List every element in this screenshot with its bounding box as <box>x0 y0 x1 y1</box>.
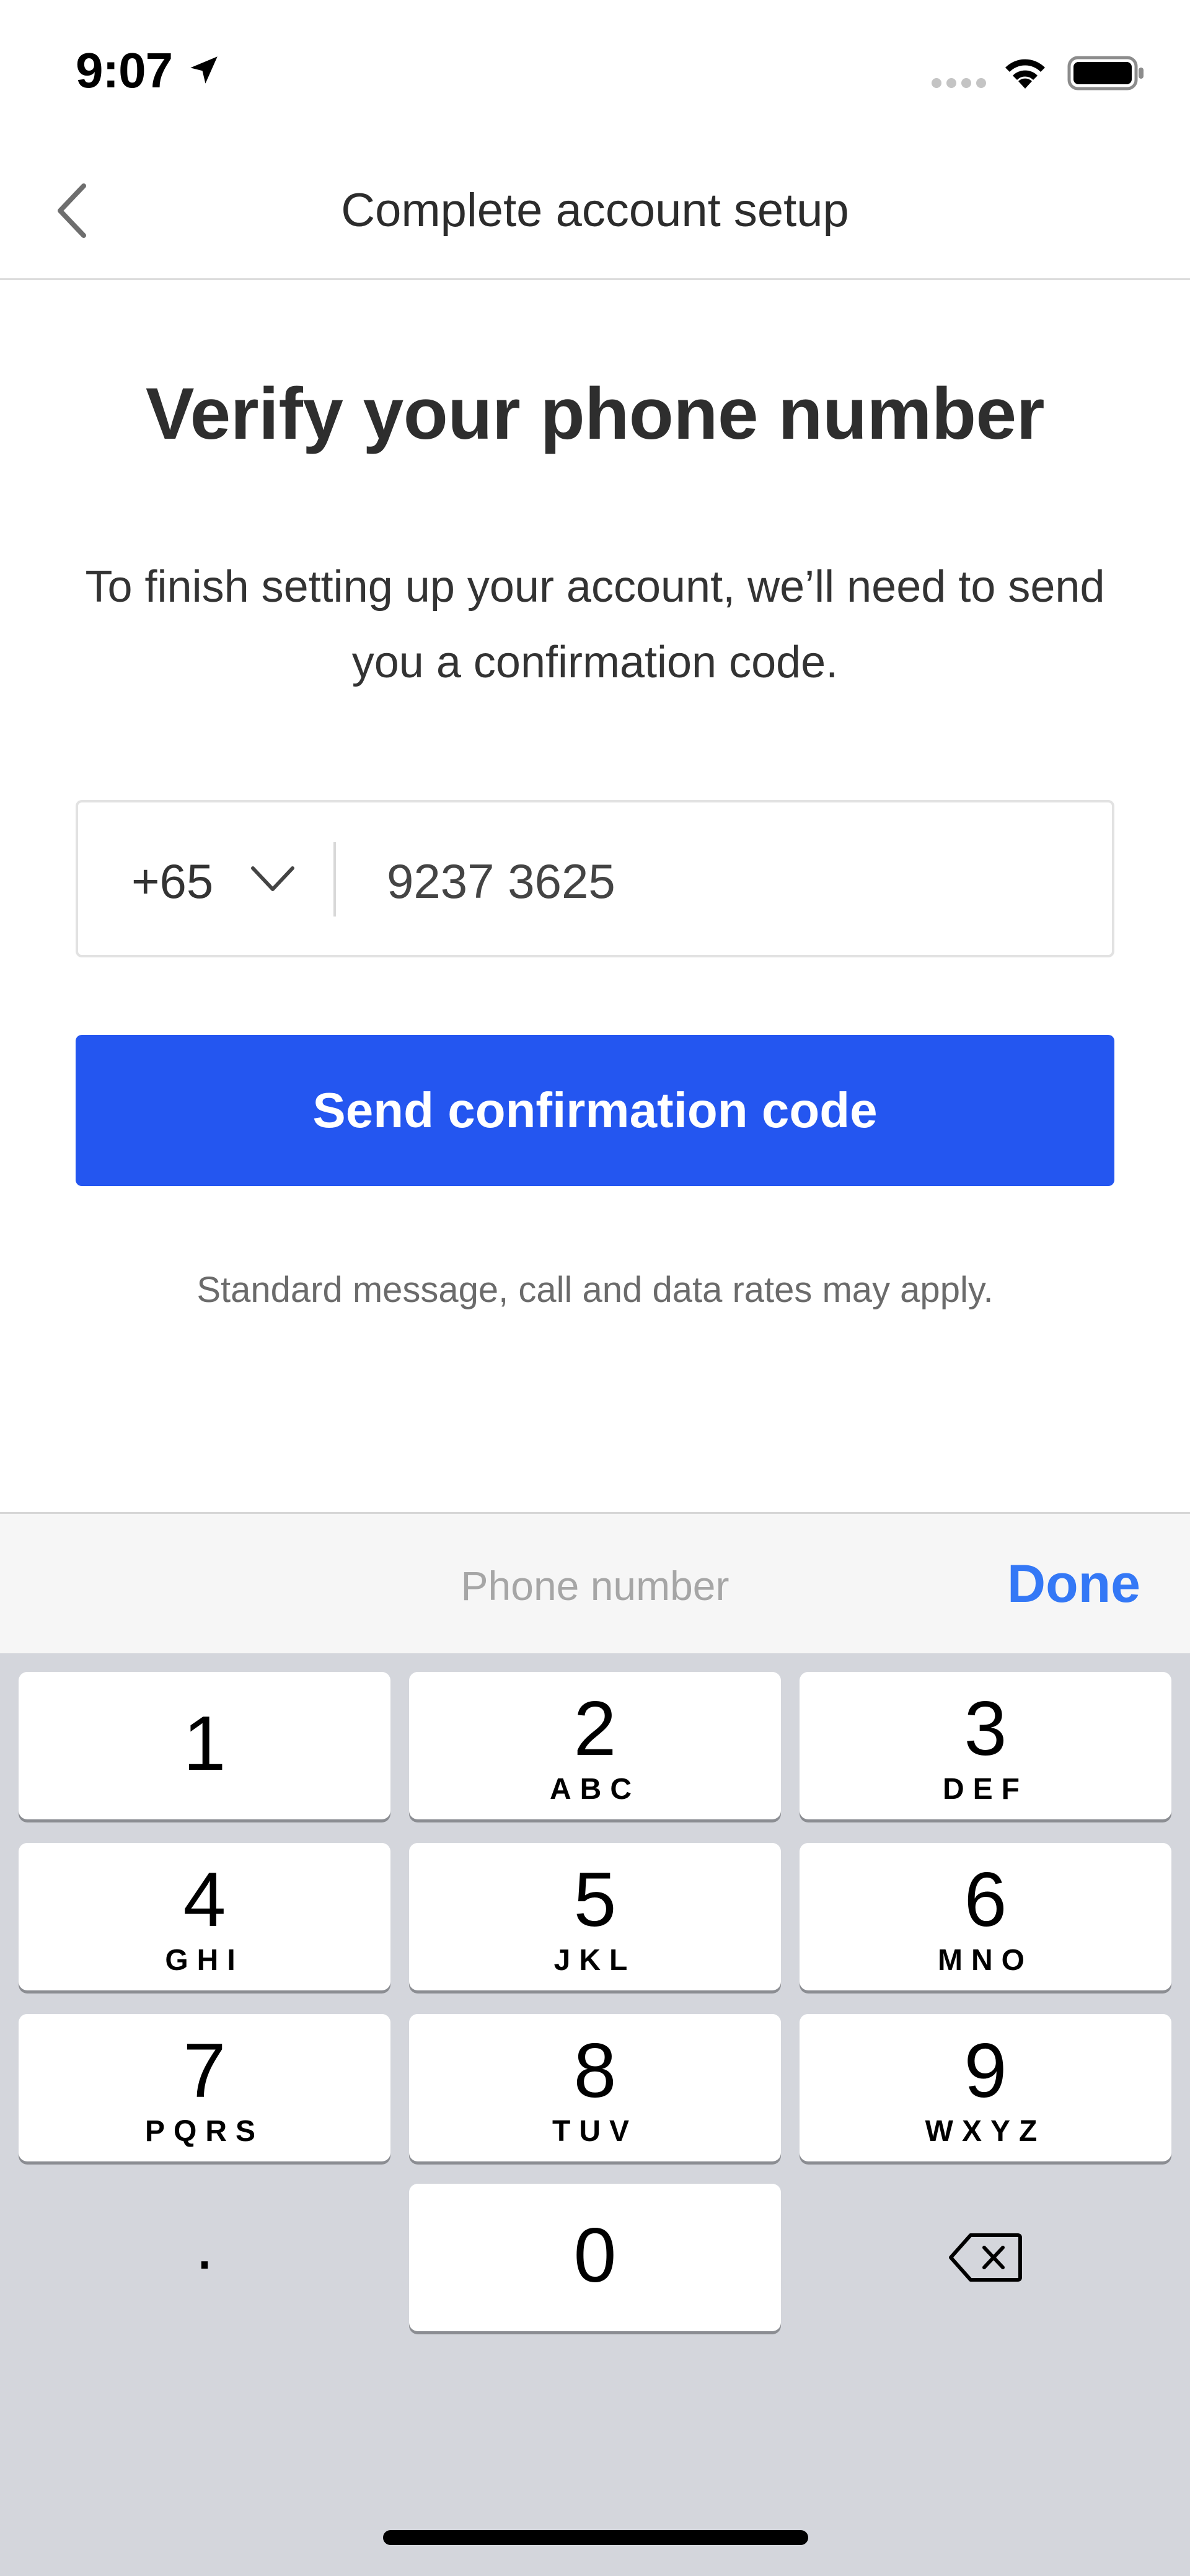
status-time: 9:07 <box>76 43 173 98</box>
key-4[interactable]: 4 GHI <box>19 1843 390 1990</box>
nav-bar: Complete account setup <box>0 143 1190 280</box>
key-letters: GHI <box>165 1944 244 1977</box>
key-letters: DEF <box>943 1773 1028 1806</box>
phone-input-group: +65 9237 3625 <box>76 800 1114 957</box>
description: To finish setting up your account, we’ll… <box>85 562 1105 687</box>
delete-key[interactable] <box>800 2184 1171 2331</box>
key-6[interactable]: 6 MNO <box>800 1843 1171 1990</box>
key-7[interactable]: 7 PQRS <box>19 2014 390 2161</box>
battery-icon <box>1067 56 1144 90</box>
chevron-down-icon <box>251 866 294 891</box>
key-3[interactable]: 3 DEF <box>800 1672 1171 1819</box>
heading: Verify your phone number <box>145 373 1045 455</box>
key-digit: 0 <box>573 2213 617 2298</box>
country-code: +65 <box>131 854 214 908</box>
wifi-icon <box>1005 59 1045 89</box>
screen: 9:07 Complete account setup Verify your … <box>0 0 1190 2576</box>
status-bar: 9:07 <box>0 0 1190 143</box>
key-5[interactable]: 5 JKL <box>409 1843 781 1990</box>
key-letters: WXYZ <box>925 2115 1046 2148</box>
key-digit: 6 <box>964 1857 1007 1943</box>
key-period[interactable]: . <box>19 2184 390 2331</box>
key-digit: 4 <box>183 1857 226 1943</box>
numeric-keypad: 1 2 ABC 3 DEF 4 GHI 5 JKL 6 MNO 7 PQRS 8… <box>0 1653 1190 2576</box>
location-arrow-icon <box>190 56 218 84</box>
phone-number-input[interactable]: 9237 3625 <box>387 853 615 910</box>
key-digit: 5 <box>573 1857 617 1943</box>
key-letters: MNO <box>938 1944 1033 1977</box>
key-digit: 3 <box>964 1686 1007 1772</box>
key-2[interactable]: 2 ABC <box>409 1672 781 1819</box>
key-8[interactable]: 8 TUV <box>409 2014 781 2161</box>
key-0[interactable]: 0 <box>409 2184 781 2331</box>
signal-dots-icon <box>932 78 986 88</box>
key-letters: PQRS <box>144 2115 265 2148</box>
key-letters: TUV <box>552 2115 638 2148</box>
done-button[interactable]: Done <box>1007 1554 1140 1615</box>
key-digit: 9 <box>964 2028 1007 2114</box>
key-digit: 8 <box>573 2028 617 2114</box>
send-confirmation-code-button[interactable]: Send confirmation code <box>76 1035 1114 1186</box>
key-9[interactable]: 9 WXYZ <box>800 2014 1171 2161</box>
key-letters: ABC <box>550 1773 640 1806</box>
key-letters: JKL <box>553 1944 637 1977</box>
key-digit: 2 <box>573 1686 617 1772</box>
keyboard-accessory-bar: Phone number Done <box>0 1512 1190 1653</box>
key-digit: 1 <box>183 1701 226 1787</box>
rates-note: Standard message, call and data rates ma… <box>196 1270 994 1310</box>
field-divider <box>333 842 336 917</box>
home-indicator <box>383 2530 808 2545</box>
page-title: Complete account setup <box>341 184 849 237</box>
key-1[interactable]: 1 <box>19 1672 390 1819</box>
key-digit: 7 <box>183 2028 226 2114</box>
country-code-picker[interactable]: +65 <box>78 802 338 955</box>
backspace-icon <box>949 2233 1022 2282</box>
